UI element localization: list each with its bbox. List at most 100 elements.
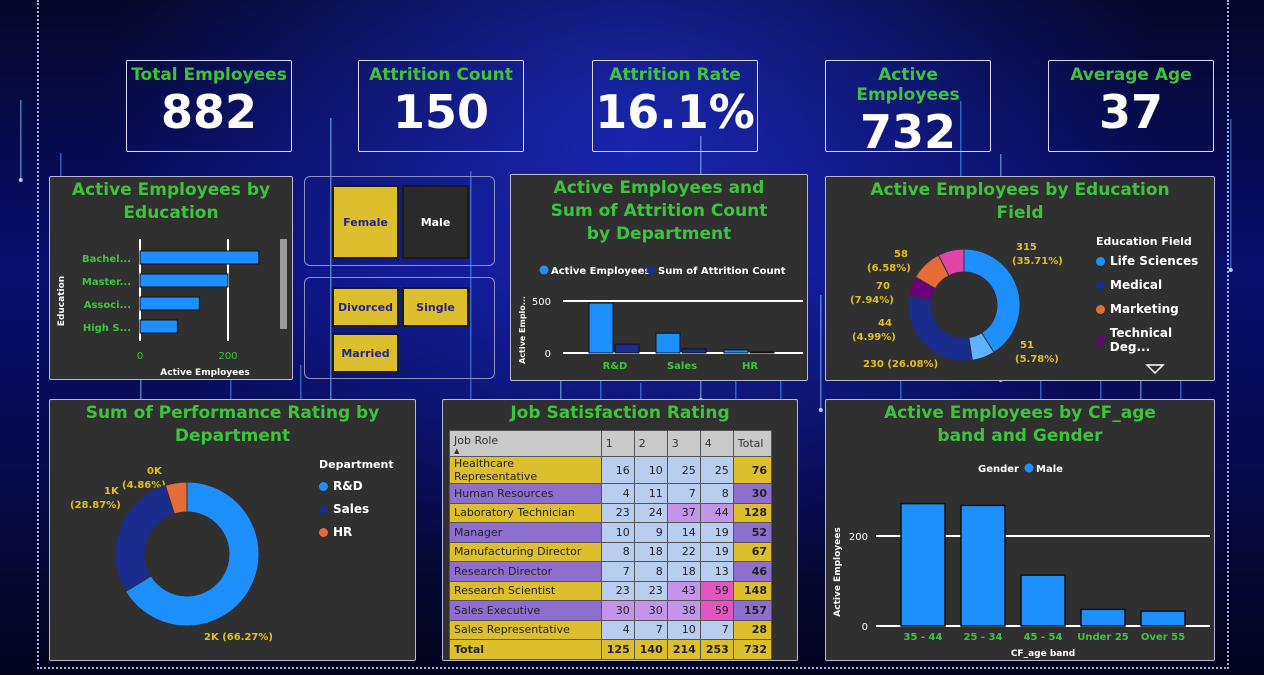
total-row-cell: 732 (732, 639, 773, 660)
chart-title: Active Employees and Sum of Attrition Co… (550, 178, 768, 244)
category-label: 45 - 54 (1024, 632, 1063, 643)
bar[interactable] (614, 343, 640, 354)
legend-item[interactable]: Technical Deg... (1096, 326, 1214, 354)
legend-label: R&D (333, 479, 363, 493)
tick-label: 500 (532, 297, 551, 308)
total-cell: 157 (732, 600, 773, 621)
table-row[interactable]: Sales Executive 30 30 38 59 157 (449, 600, 773, 621)
legend-item[interactable]: Marketing (1096, 302, 1214, 316)
bar[interactable] (723, 349, 749, 354)
chart-title: Job Satisfaction Rating (510, 403, 730, 423)
slicer-single[interactable]: Single (402, 287, 469, 327)
scrollbar[interactable] (280, 239, 287, 329)
column-header[interactable]: 3 (666, 430, 701, 457)
rating-cell: 30 (633, 600, 668, 621)
rating-cell: 18 (666, 561, 701, 582)
kpi-value: 37 (1098, 85, 1163, 139)
bar[interactable] (749, 351, 775, 354)
rating-cell: 23 (600, 580, 635, 601)
category-label: HR (742, 361, 758, 372)
tick-label: 0 (862, 622, 868, 633)
slicer-married[interactable]: Married (332, 333, 399, 373)
performance-donut: 2K (66.27%) 1K (28.87%) 0K (4.86%) (70, 466, 273, 643)
job-role-cell: Human Resources (449, 483, 602, 504)
data-label: 44 (878, 318, 892, 329)
legend-dot (1096, 304, 1105, 314)
rating-cell: 8 (633, 561, 668, 582)
education-field-legend: Education Field Life Sciences Medical Ma… (1096, 235, 1214, 364)
rating-cell: 8 (699, 483, 734, 504)
education-chart-panel: Active Employees by Education Education … (49, 176, 293, 380)
table-row[interactable]: Sales Representative 4 7 10 7 28 (449, 619, 773, 640)
slicer-female[interactable]: Female (332, 185, 399, 259)
table-row[interactable]: Research Scientist 23 23 43 59 148 (449, 580, 773, 601)
rating-cell: 7 (600, 561, 635, 582)
table-row[interactable]: Healthcare Representative 16 10 25 25 76 (449, 456, 773, 484)
job-role-cell: Sales Executive (449, 600, 602, 621)
kpi-value: 882 (160, 85, 258, 139)
legend-label: Life Sciences (1110, 254, 1199, 268)
legend-item[interactable]: Medical (1096, 278, 1214, 292)
table-row[interactable]: Laboratory Technician 23 24 37 44 128 (449, 502, 773, 523)
column-header[interactable]: 4 (699, 430, 734, 457)
table-row[interactable]: Manufacturing Director 8 18 22 19 67 (449, 541, 773, 562)
bar[interactable] (1020, 574, 1066, 627)
data-label: (5.78%) (1015, 354, 1059, 365)
bar[interactable] (139, 250, 260, 265)
column-header[interactable]: Job Role ▲ (449, 430, 602, 457)
bar[interactable] (1080, 608, 1126, 627)
slicer-divorced[interactable]: Divorced (332, 287, 399, 327)
data-label: 230 (26.08%) (863, 359, 938, 370)
bar[interactable] (655, 332, 681, 354)
rating-cell: 8 (600, 541, 635, 562)
total-cell: 46 (732, 561, 773, 582)
column-header[interactable]: 2 (633, 430, 668, 457)
job-role-cell: Laboratory Technician (449, 502, 602, 523)
legend-label: HR (333, 525, 353, 539)
bar[interactable] (681, 348, 707, 354)
rating-cell: 30 (600, 600, 635, 621)
table-row[interactable]: Human Resources 4 11 7 8 30 (449, 483, 773, 504)
rating-cell: 44 (699, 502, 734, 523)
bar[interactable] (139, 296, 200, 311)
department-legend: Department R&D Sales HR (319, 458, 394, 548)
chart-title: Sum of Performance Rating by Department (85, 403, 380, 446)
legend-scroll-down-icon[interactable] (1145, 363, 1165, 375)
kpi-title: Total Employees (131, 65, 287, 85)
category-label: Sales (667, 361, 697, 372)
bar[interactable] (900, 502, 946, 627)
legend-item[interactable]: Sales (319, 502, 394, 516)
slicer-male[interactable]: Male (402, 185, 469, 259)
job-role-cell: Manufacturing Director (449, 541, 602, 562)
table-row[interactable]: Manager 10 9 14 19 52 (449, 522, 773, 543)
rating-cell: 11 (633, 483, 668, 504)
legend-title: Gender (978, 464, 1019, 475)
age-band-panel: Active Employees by CF_age band and Gend… (825, 399, 1215, 661)
column-header[interactable]: 1 (600, 430, 635, 457)
rating-cell: 37 (666, 502, 701, 523)
light-dot (1228, 268, 1233, 272)
column-header[interactable]: Total (732, 430, 773, 457)
data-label: (7.94%) (850, 295, 894, 306)
donut-slice[interactable] (907, 295, 973, 362)
donut-slice[interactable] (114, 484, 176, 593)
legend-label: Male (1036, 464, 1063, 475)
bar[interactable] (588, 302, 614, 354)
legend-item[interactable]: HR (319, 525, 394, 539)
legend-item[interactable]: Life Sciences (1096, 254, 1214, 268)
table-row[interactable]: Research Director 7 8 18 13 46 (449, 561, 773, 582)
bar[interactable] (1140, 610, 1186, 627)
bar[interactable] (960, 504, 1006, 627)
bar[interactable] (139, 319, 178, 334)
legend-title: Education Field (1096, 235, 1192, 248)
chart-title: Active Employees by Education Field (870, 180, 1170, 223)
category-label: Over 55 (1141, 632, 1185, 643)
category-label: High S... (83, 323, 131, 334)
legend-item[interactable]: R&D (319, 479, 394, 493)
light-dot (18, 178, 23, 182)
total-row-cell: Total (449, 639, 602, 660)
rating-cell: 14 (666, 522, 701, 543)
legend-label: Sum of Attrition Count (658, 266, 786, 277)
data-label: (28.87%) (70, 500, 121, 511)
bar[interactable] (139, 273, 229, 288)
